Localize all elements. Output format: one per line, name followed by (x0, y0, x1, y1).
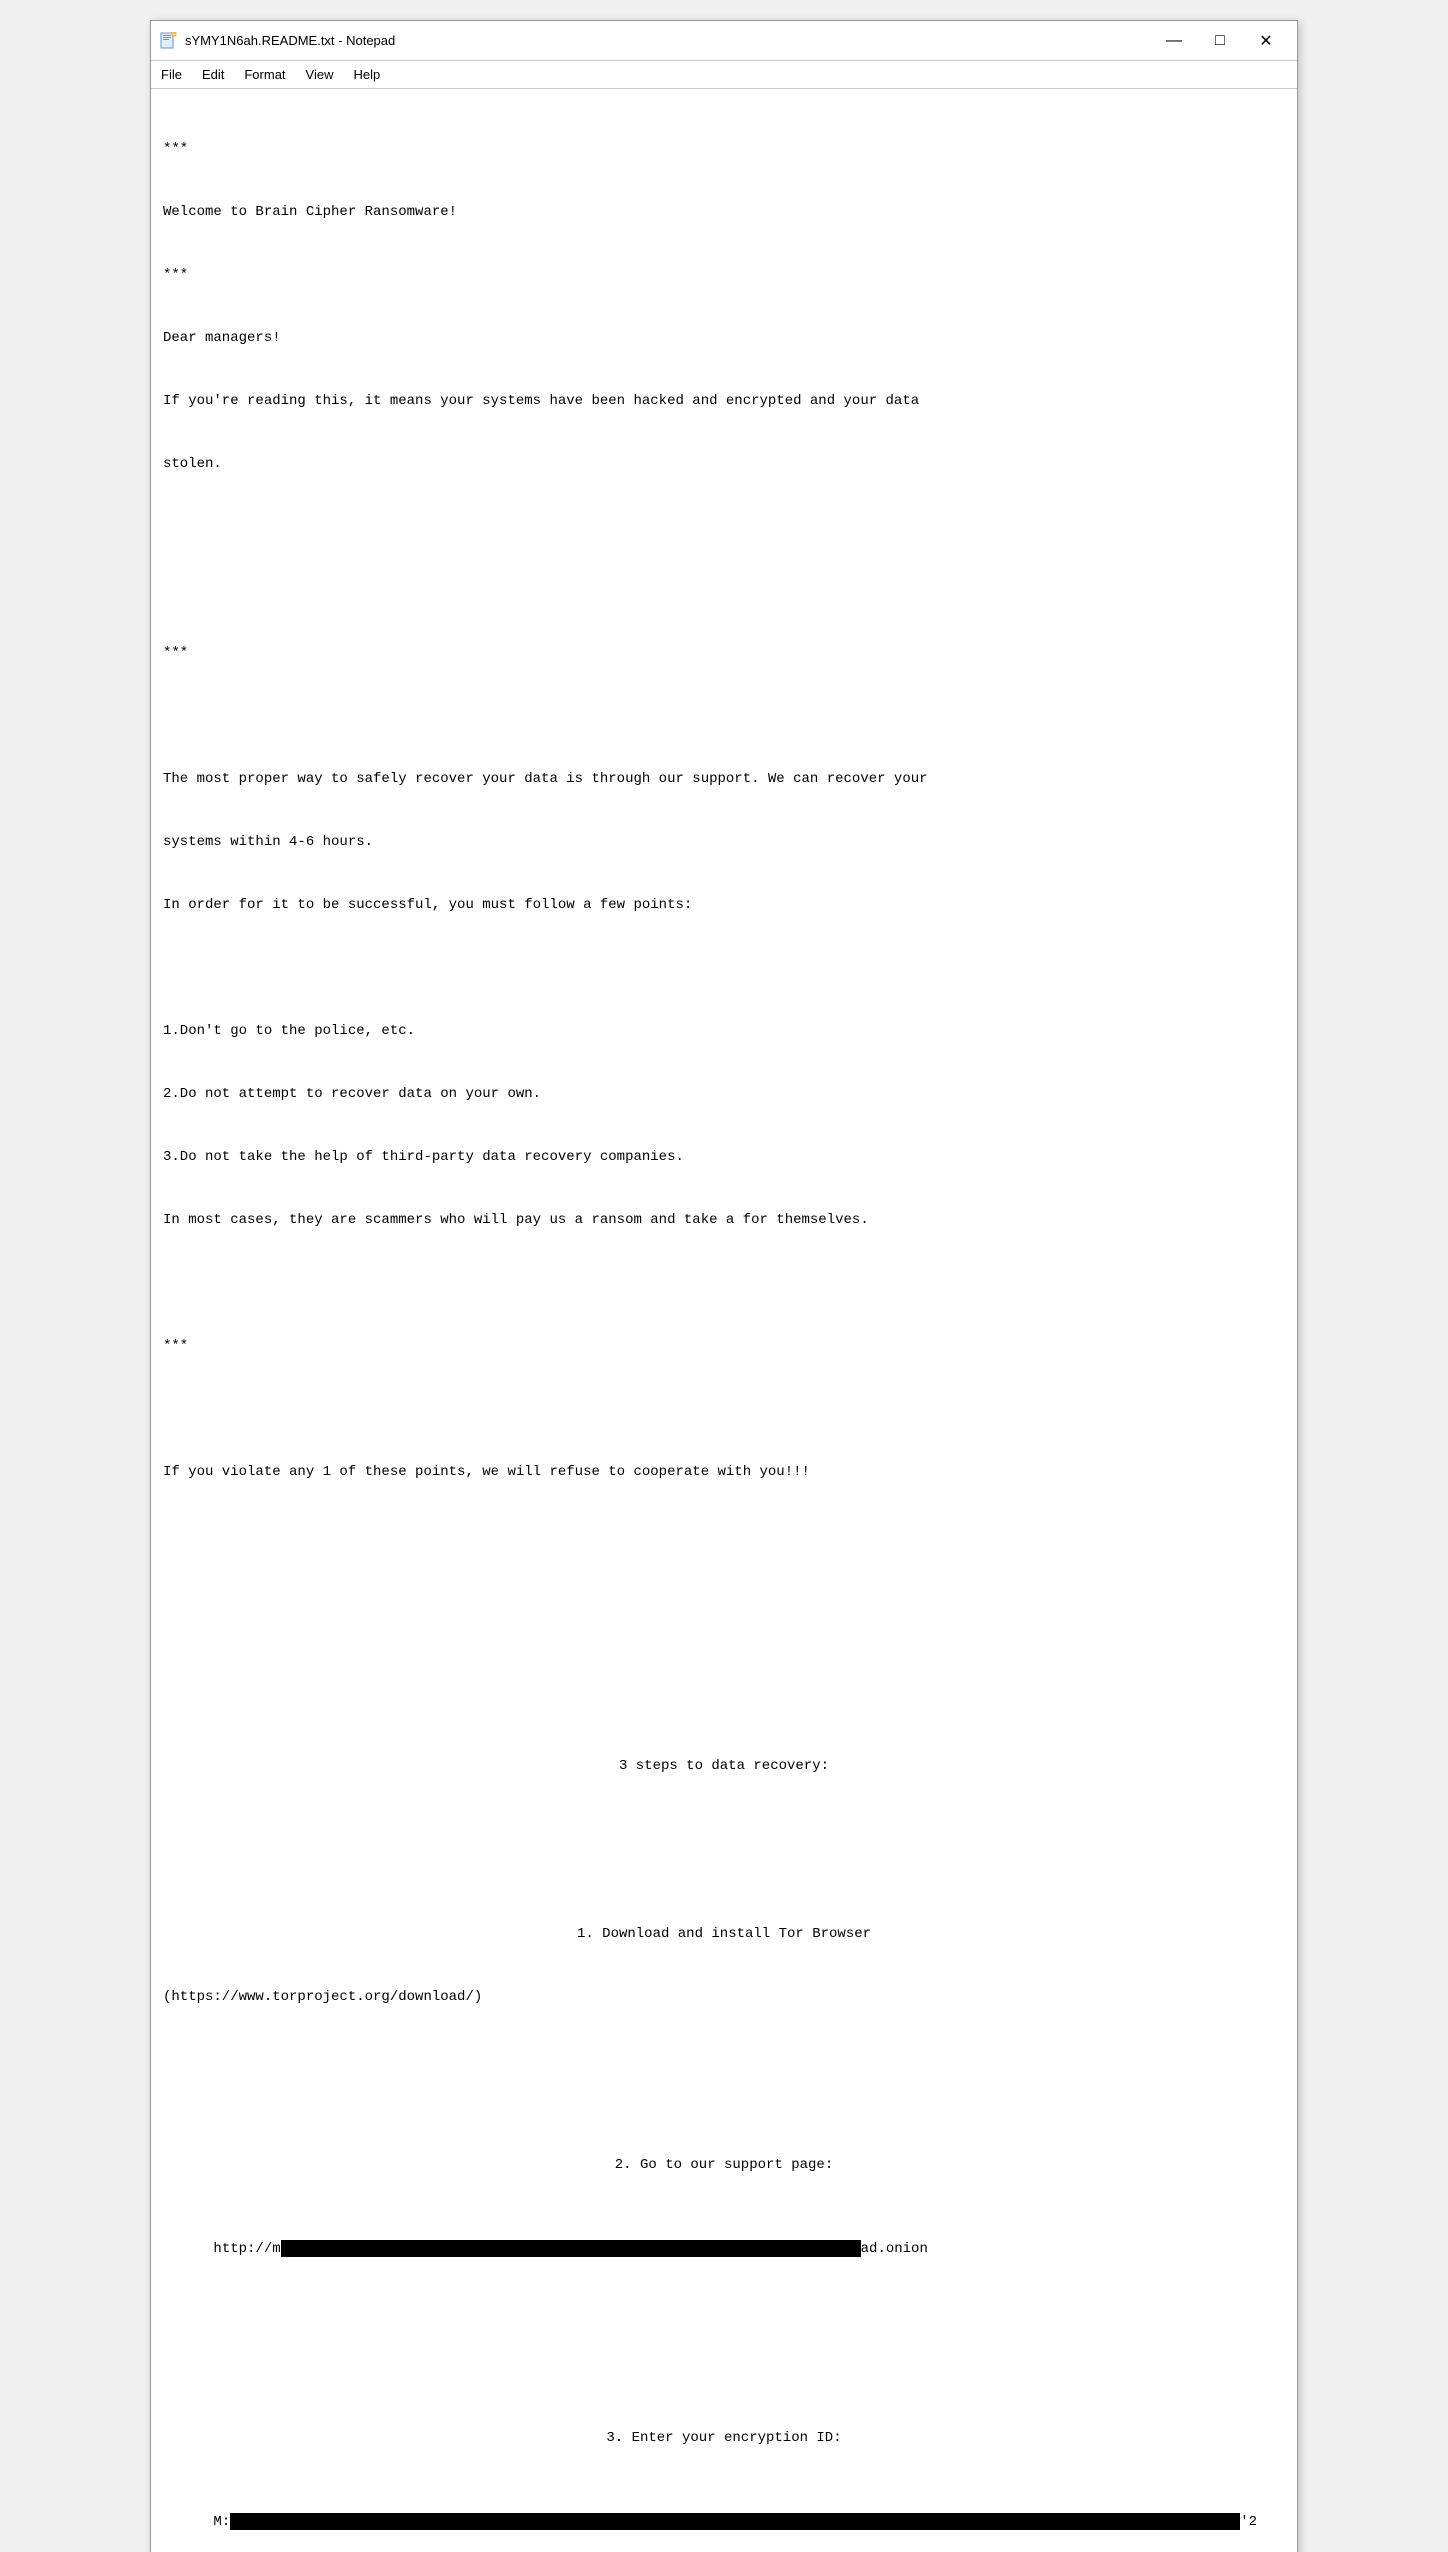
menu-file[interactable]: File (151, 63, 192, 86)
step2-url-suffix: ad.onion (861, 2241, 928, 2257)
content-line19 (163, 1273, 1285, 1294)
content-line14 (163, 958, 1285, 979)
content-line6: stolen. (163, 454, 1285, 475)
window-title: sYMY1N6ah.README.txt - Notepad (185, 33, 395, 48)
notepad-icon (159, 32, 177, 50)
content-line3: *** (163, 265, 1285, 286)
content-line18: In most cases, they are scammers who wil… (163, 1210, 1285, 1231)
content-line13: In order for it to be successful, you mu… (163, 895, 1285, 916)
menu-edit[interactable]: Edit (192, 63, 234, 86)
step3-id-suffix: '2 (1240, 2514, 1257, 2530)
step3-id-redacted (230, 2513, 1240, 2530)
menu-view[interactable]: View (296, 63, 344, 86)
step3-id-line: M: '2 (163, 2491, 1285, 2552)
step2-url-prefix: http://m (213, 2241, 280, 2257)
window-controls: — □ ✕ (1151, 25, 1289, 57)
content-line22: If you violate any 1 of these points, we… (163, 1462, 1285, 1483)
menu-format[interactable]: Format (234, 63, 295, 86)
content-line16: 2.Do not attempt to recover data on your… (163, 1084, 1285, 1105)
content-line4: Dear managers! (163, 328, 1285, 349)
step3-header: 3. Enter your encryption ID: (163, 2428, 1285, 2449)
text-content[interactable]: *** Welcome to Brain Cipher Ransomware! … (151, 89, 1297, 2552)
content-line15: 1.Don't go to the police, etc. (163, 1021, 1285, 1042)
content-line1: *** (163, 139, 1285, 160)
title-bar: sYMY1N6ah.README.txt - Notepad — □ ✕ (151, 21, 1297, 61)
content-line7 (163, 517, 1285, 538)
content-line11: The most proper way to safely recover yo… (163, 769, 1285, 790)
step1-header: 1. Download and install Tor Browser (163, 1924, 1285, 1945)
menu-bar: File Edit Format View Help (151, 61, 1297, 89)
step2-url-redacted (281, 2240, 861, 2257)
notepad-window: sYMY1N6ah.README.txt - Notepad — □ ✕ Fil… (150, 20, 1298, 2552)
content-line10 (163, 706, 1285, 727)
maximize-button[interactable]: □ (1197, 25, 1243, 57)
step2-url-line: http://m ad.onion (163, 2218, 1285, 2281)
title-bar-left: sYMY1N6ah.README.txt - Notepad (159, 32, 395, 50)
menu-help[interactable]: Help (343, 63, 390, 86)
content-line21 (163, 1399, 1285, 1420)
content-line20: *** (163, 1336, 1285, 1357)
step1-url: (https://www.torproject.org/download/) (163, 1987, 1285, 2008)
content-line9: *** (163, 643, 1285, 664)
content-line8 (163, 580, 1285, 601)
step2-header: 2. Go to our support page: (163, 2155, 1285, 2176)
content-line5: If you're reading this, it means your sy… (163, 391, 1285, 412)
content-line17: 3.Do not take the help of third-party da… (163, 1147, 1285, 1168)
step-header: 3 steps to data recovery: (163, 1756, 1285, 1777)
content-line2: Welcome to Brain Cipher Ransomware! (163, 202, 1285, 223)
minimize-button[interactable]: — (1151, 25, 1197, 57)
close-button[interactable]: ✕ (1243, 25, 1289, 57)
content-line12: systems within 4-6 hours. (163, 832, 1285, 853)
step3-id-prefix: M: (213, 2514, 230, 2530)
content-line23 (163, 1525, 1285, 1546)
content-line24 (163, 1588, 1285, 1609)
content-line25 (163, 1651, 1285, 1672)
